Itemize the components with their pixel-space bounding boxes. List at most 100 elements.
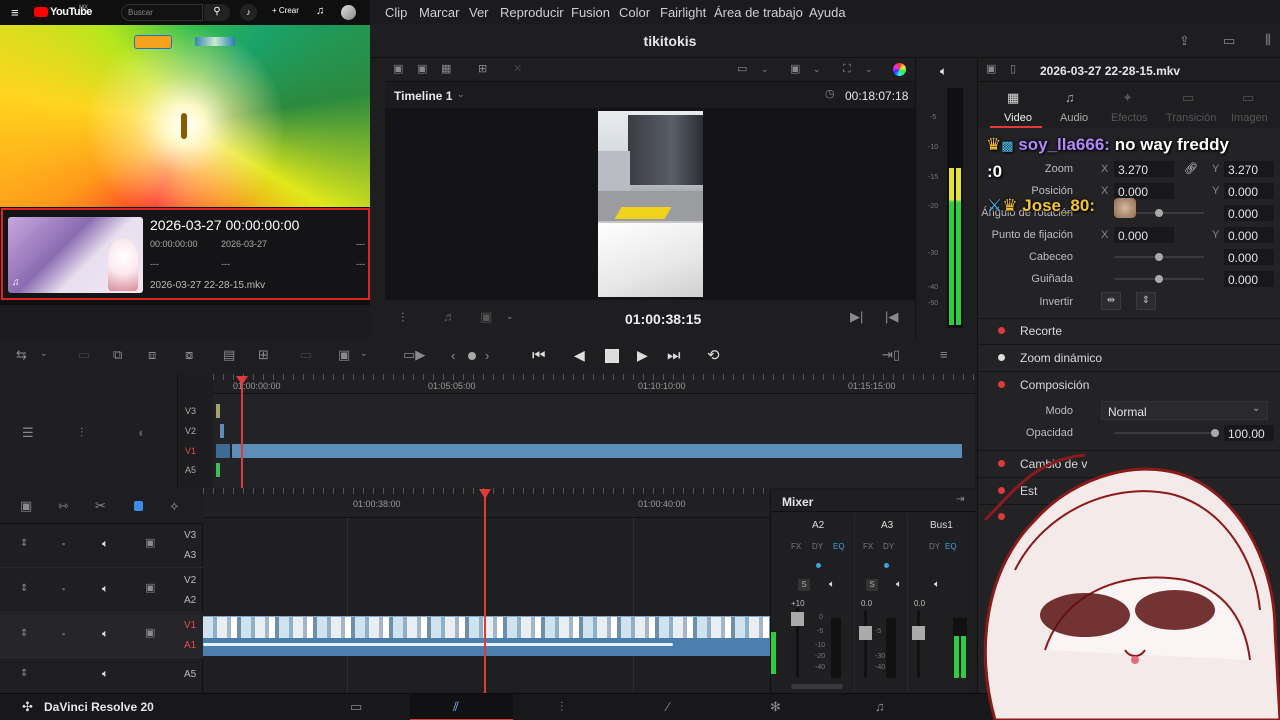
menu-area-trabajo[interactable]: Área de trabajo (714, 5, 803, 20)
layout-icon[interactable]: ⊞ (478, 64, 487, 75)
loop-icon[interactable]: ⟲ (707, 346, 720, 364)
edit-page-tab[interactable]: ⫽ (410, 694, 513, 720)
menu-reproducir[interactable]: Reproducir (500, 5, 564, 20)
fijacion-y-field[interactable]: 0.000 (1224, 227, 1274, 243)
microphone-icon[interactable]: ♬ (443, 310, 456, 323)
edit-page-icon[interactable]: ⫶ (560, 700, 563, 713)
speaker-icon[interactable]: 🔈︎ (940, 64, 947, 79)
create-button[interactable]: + Crear (272, 6, 299, 15)
fader-knob[interactable] (791, 612, 804, 626)
flag-icon[interactable] (134, 501, 143, 511)
dub-icon[interactable]: ▣ (480, 310, 492, 323)
fader-knob[interactable] (859, 626, 872, 640)
go-to-start-icon[interactable]: ⏮︎ (532, 347, 546, 364)
ripple-overwrite-icon[interactable]: ⊞ (258, 348, 269, 361)
angulo-slider-knob[interactable] (1155, 209, 1163, 217)
speaker-icon[interactable]: 🔈︎ (102, 668, 109, 681)
track-tool-icon[interactable]: ☰ (22, 426, 34, 439)
flip-vertical-icon[interactable]: ⇕ (1136, 292, 1156, 310)
speaker-icon[interactable]: 🔈︎ (896, 579, 902, 590)
play-icon[interactable]: ▶ (637, 347, 648, 364)
mixer-scrollbar[interactable] (791, 684, 843, 689)
jog-right-icon[interactable]: › (485, 349, 489, 362)
opacidad-slider-knob[interactable] (1211, 429, 1219, 437)
link-icon[interactable]: ⟡ (170, 499, 179, 512)
fusion-page-icon[interactable]: ⁄ (667, 700, 669, 713)
tab-transicion[interactable]: ▭ Transición (1162, 82, 1220, 128)
close-icon[interactable]: ✕ (513, 64, 522, 75)
viewer-timecode[interactable]: 01:00:38:15 (625, 311, 701, 327)
link-icon[interactable]: 🔗︎ (1184, 162, 1198, 175)
section-enable-dot[interactable] (998, 327, 1005, 334)
view-icon[interactable]: ▦ (441, 64, 451, 75)
youtube-search-input[interactable]: Buscar (121, 4, 203, 21)
clip-v1-video[interactable] (203, 616, 770, 638)
chevron-down-icon[interactable]: ⌄ (761, 65, 769, 74)
fairlight-page-icon[interactable]: ♫ (875, 700, 885, 713)
dy-label[interactable]: DY (929, 542, 940, 551)
fx-label[interactable]: FX (863, 542, 873, 551)
playback-quality-icon[interactable]: ▣ (790, 64, 800, 75)
media-page-icon[interactable]: ▭ (350, 700, 362, 713)
menu-ver[interactable]: Ver (469, 5, 489, 20)
color-page-icon[interactable]: ✻ (770, 700, 781, 713)
tab-audio[interactable]: ♫ Audio (1048, 82, 1100, 128)
updown-icon[interactable]: ⇕ (20, 629, 28, 639)
append-icon[interactable]: ▭ (300, 348, 312, 361)
chevron-down-icon[interactable]: ⌄ (360, 349, 368, 358)
upload-icon[interactable]: ⇪ (1179, 34, 1190, 47)
posicion-x-field[interactable]: 0.000 (1114, 183, 1174, 199)
match-frame-icon[interactable]: ⇥▯ (882, 348, 900, 361)
video-thumbnail[interactable] (0, 25, 370, 207)
menu-fusion[interactable]: Fusion (571, 5, 610, 20)
menu-clip[interactable]: Clip (385, 5, 407, 20)
speaker-icon[interactable]: 🔈︎ (102, 583, 109, 596)
inspector-icon[interactable]: ▯ (1010, 64, 1016, 75)
video-card[interactable]: ♫ 2026-03-27 00:00:00:00 00:00:00:00 202… (1, 208, 370, 300)
clip-a5[interactable] (216, 463, 220, 477)
clip-v1-start[interactable] (216, 444, 230, 458)
fullscreen-icon[interactable]: ▭ (1223, 34, 1235, 47)
prev-clip-icon[interactable]: |◀ (885, 310, 898, 323)
section-enable-dot[interactable] (998, 381, 1005, 388)
viewer-adjust-icon[interactable]: ⫶ (401, 311, 404, 324)
angulo-field[interactable]: 0.000 (1224, 205, 1274, 221)
opacidad-field[interactable]: 100.00 (1224, 425, 1274, 441)
menu-marcar[interactable]: Marcar (419, 5, 459, 20)
solo-button[interactable]: S (798, 579, 810, 591)
cabeceo-field[interactable]: 0.000 (1224, 249, 1274, 265)
replace-clip-icon[interactable]: ⧈ (148, 348, 156, 361)
lock-icon[interactable]: ▪ (62, 540, 65, 549)
speaker-icon[interactable]: 🔈︎ (102, 538, 109, 551)
menu-color[interactable]: Color (619, 5, 650, 20)
eq-label[interactable]: EQ (945, 542, 957, 551)
chevron-down-icon[interactable]: ⌄ (40, 349, 48, 358)
transform-icon[interactable]: ⛶ (843, 64, 851, 75)
play-around-icon[interactable]: ▭▶ (403, 348, 425, 361)
chevron-down-icon[interactable]: ⌄ (457, 90, 465, 99)
monitor-icon[interactable]: ▣ (145, 628, 155, 639)
notifications-bell-icon[interactable]: ♫ (316, 5, 324, 17)
view-icon[interactable]: ▣ (417, 64, 427, 75)
pan-indicator[interactable] (884, 563, 889, 568)
tab-efectos[interactable]: ✦ Efectos (1104, 82, 1156, 128)
flip-horizontal-icon[interactable]: ⇹ (1101, 292, 1121, 310)
updown-icon[interactable]: ⇕ (20, 669, 28, 679)
clip-a1-audio[interactable] (203, 638, 770, 656)
insert-clip-icon[interactable]: ▭ (78, 348, 90, 361)
modo-select[interactable]: Normal ⌄ (1101, 401, 1268, 420)
close-up-icon[interactable]: ▣ (338, 348, 350, 361)
menu-ayuda[interactable]: Ayuda (809, 5, 846, 20)
next-clip-icon[interactable]: ▶| (850, 310, 863, 323)
tab-imagen[interactable]: ▭ Imagen (1222, 82, 1274, 128)
eq-label[interactable]: EQ (833, 542, 845, 551)
timeline-name[interactable]: Timeline 1 (394, 89, 452, 103)
posicion-y-field[interactable]: 0.000 (1224, 183, 1274, 199)
zoom-x-field[interactable]: 3.270 (1114, 161, 1174, 177)
opacidad-slider[interactable] (1114, 432, 1214, 434)
fx-label[interactable]: FX (791, 542, 801, 551)
fader-knob[interactable] (912, 626, 925, 640)
microphone-icon[interactable]: ♪ (240, 4, 257, 21)
lock-icon[interactable]: ▪ (62, 630, 65, 639)
track-tool-icon[interactable]: ◐ (138, 426, 146, 439)
